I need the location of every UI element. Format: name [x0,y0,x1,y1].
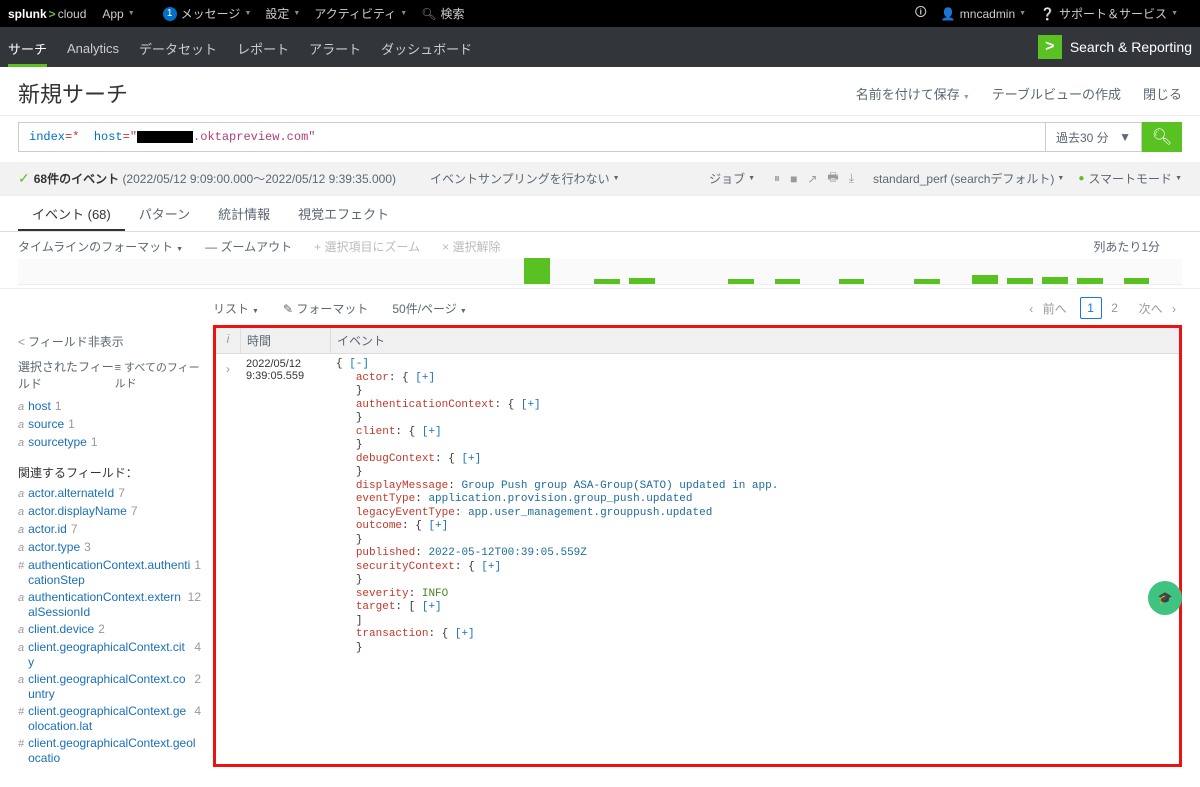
col-info: i [216,328,240,353]
field-item[interactable]: aclient.geographicalContext.city4 [18,639,201,671]
timeline-format[interactable]: タイムラインのフォーマット▼ [18,238,183,255]
help-floating-button[interactable]: 🎓 [1148,581,1182,615]
smart-mode[interactable]: ●スマートモード▼ [1078,170,1182,187]
field-item[interactable]: asourcetype1 [18,434,201,452]
nav-tab-search[interactable]: サーチ [8,28,47,67]
page-1[interactable]: 1 [1080,297,1102,319]
activity-menu[interactable]: アクティビティ▼ [314,5,407,22]
help-icon: ❔ [1040,7,1055,21]
event-timestamp: 2022/05/12 9:39:05.559 [240,354,330,659]
messages-menu[interactable]: 1メッセージ▼ [163,5,252,22]
event-raw[interactable]: { [-] actor: { [+] } authenticationConte… [330,354,1179,659]
export-icon[interactable]: ⤓ [849,171,854,186]
nav-tab-dashboards[interactable]: ダッシュボード [381,28,472,67]
field-item[interactable]: aactor.alternateId7 [18,485,201,503]
print-icon[interactable]: 🖶 [827,168,838,189]
search-button[interactable]: 🔍︎ [1142,122,1182,152]
nav-tab-analytics[interactable]: Analytics [67,30,119,65]
field-item[interactable]: aactor.type3 [18,539,201,557]
all-fields[interactable]: ≡ すべてのフィールド [115,359,201,391]
app-menu[interactable]: App▼ [102,7,134,21]
close-link[interactable]: 閉じる [1143,84,1182,103]
app-brand: >Search & Reporting [1038,35,1192,59]
nav-tab-datasets[interactable]: データセット [139,28,217,67]
settings-menu[interactable]: 設定▼ [265,5,300,22]
help-bell[interactable]: 🛈 [915,3,927,24]
redacted-host [137,131,193,143]
per-column: 列あたり1分 [1093,238,1160,255]
stop-icon[interactable]: ■ [790,172,797,186]
job-actions[interactable]: ⏸ ■ ↗ 🖶 ⤓ [769,168,859,189]
per-page[interactable]: 50件/ページ▼ [392,300,466,317]
selected-fields-label: 選択されたフィールド [18,358,115,392]
field-item[interactable]: #authenticationContext.authenticationSte… [18,557,201,589]
col-time[interactable]: 時間 [240,328,330,353]
field-item[interactable]: #client.geographicalContext.geolocation.… [18,703,201,735]
event-table: i 時間 イベント › 2022/05/12 9:39:05.559 { [-]… [213,325,1182,767]
tab-statistics[interactable]: 統計情報 [204,196,284,231]
field-item[interactable]: aactor.displayName7 [18,503,201,521]
field-item[interactable]: aclient.device2 [18,621,201,639]
field-item[interactable]: aauthenticationContext.externalSessionId… [18,589,201,621]
nav-tab-alerts[interactable]: アラート [309,28,361,67]
field-item[interactable]: aactor.id7 [18,521,201,539]
list-view[interactable]: リスト▼ [213,300,259,317]
zoom-out[interactable]: — ズームアウト [205,238,292,255]
search-icon: 🔍︎ [421,7,436,21]
global-search[interactable]: 🔍︎検索 [421,5,464,22]
time-range-picker[interactable]: 過去30 分▼ [1046,122,1142,152]
field-item[interactable]: #client.geographicalContext.geolocatio [18,735,201,767]
format-view[interactable]: ✎ フォーマット [283,300,368,317]
pause-icon[interactable]: ⏸ [774,171,780,186]
field-item[interactable]: aclient.geographicalContext.country2 [18,671,201,703]
next-page[interactable]: 次へ › [1133,300,1176,317]
save-as-menu[interactable]: 名前を付けて保存▼ [856,84,970,103]
related-fields-label: 関連するフィールド： [18,464,201,481]
check-icon: ✓ [18,170,30,187]
clear-selection: × 選択解除 [442,238,500,255]
result-count: ✓68件のイベント (2022/05/12 9:09:00.000～2022/0… [18,170,396,187]
user-menu[interactable]: 👤mncadmin▼ [941,7,1026,21]
expand-row-icon[interactable]: › [216,354,240,659]
col-event[interactable]: イベント [330,328,1179,353]
tab-visualization[interactable]: 視覚エフェクト [284,196,403,231]
create-table-view[interactable]: テーブルビューの作成 [992,84,1121,103]
timeline-chart[interactable] [0,259,1200,289]
tab-events[interactable]: イベント (68) [18,196,125,231]
pager: ‹ 前へ 1 2 次へ › [1023,297,1182,319]
page-2[interactable]: 2 [1104,297,1126,319]
role-mode[interactable]: standard_perf (searchデフォルト)▼ [873,170,1064,187]
field-item[interactable]: ahost1 [18,398,201,416]
page-title: 新規サーチ [18,77,128,109]
user-icon: 👤 [941,7,956,21]
job-menu[interactable]: ジョブ▼ [709,170,755,187]
prev-page[interactable]: ‹ 前へ [1029,300,1072,317]
tab-patterns[interactable]: パターン [125,196,204,231]
search-input[interactable]: index=* host=".oktapreview.com" [18,122,1046,152]
hide-fields[interactable]: <フィールド非表示 [18,325,201,358]
badge: 1 [163,7,177,21]
nav-tab-reports[interactable]: レポート [237,28,289,67]
share-icon[interactable]: ↗ [807,172,817,186]
help-icon: 🎓 [1158,591,1173,605]
event-sampling[interactable]: イベントサンプリングを行わない▼ [430,170,620,187]
event-row: › 2022/05/12 9:39:05.559 { [-] actor: { … [216,354,1179,659]
support-menu[interactable]: ❔サポート＆サービス▼ [1040,5,1178,22]
brand-icon: > [1038,35,1062,59]
zoom-selection: + 選択項目にズーム [314,238,420,255]
field-item[interactable]: asource1 [18,416,201,434]
logo: splunk>cloud [8,7,86,21]
search-icon: 🔍︎ [1152,127,1172,147]
